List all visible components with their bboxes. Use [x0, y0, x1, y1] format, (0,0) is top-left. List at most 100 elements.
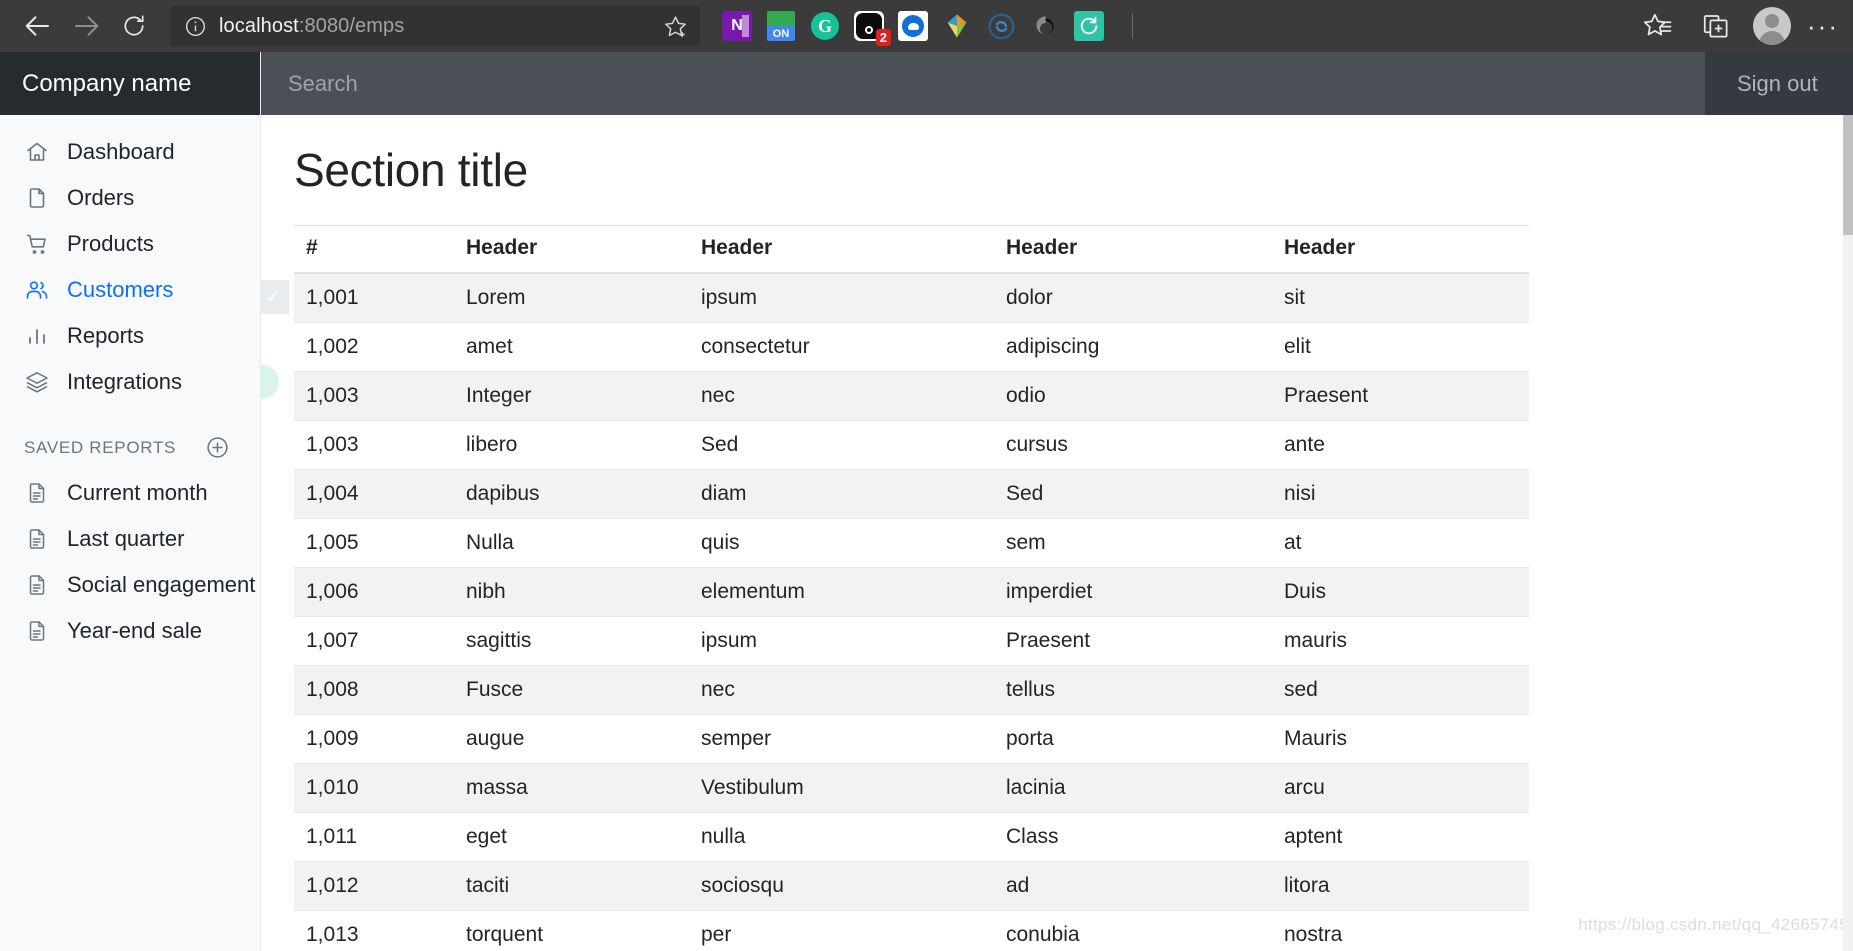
data-table: # Header Header Header Header 1,001 Lorem…: [294, 225, 1529, 951]
saved-report-last-quarter[interactable]: Last quarter: [0, 516, 260, 562]
table-cell: Sed: [994, 469, 1272, 519]
table-row[interactable]: 1,009 augue semper porta Mauris: [294, 714, 1529, 764]
table-row[interactable]: 1,003 libero Sed cursus ante: [294, 420, 1529, 470]
table-row[interactable]: 1,012 taciti sociosqu ad litora: [294, 861, 1529, 911]
table-cell: nisi: [1272, 469, 1529, 519]
onenote-extension-icon[interactable]: N: [722, 11, 752, 41]
table-cell: conubia: [994, 910, 1272, 951]
collections-icon[interactable]: [1695, 6, 1737, 46]
table-cell: arcu: [1272, 763, 1529, 813]
sidebar-item-dashboard[interactable]: Dashboard: [0, 129, 260, 175]
plus-circle-icon[interactable]: [205, 435, 230, 460]
table-cell: libero: [454, 420, 689, 470]
reload-button[interactable]: [110, 6, 158, 46]
extension-badge-count: 2: [875, 29, 891, 46]
table-cell: Class: [994, 812, 1272, 862]
colorful-cube-extension-icon[interactable]: [942, 11, 972, 41]
sidebar-item-orders[interactable]: Orders: [0, 175, 260, 221]
browser-settings-icon[interactable]: ···: [1807, 13, 1839, 39]
sidebar-item-integrations[interactable]: Integrations: [0, 359, 260, 405]
table-row[interactable]: 1,003 Integer nec odio Praesent: [294, 371, 1529, 421]
cloud-extension-icon[interactable]: [898, 11, 928, 41]
table-cell: litora: [1272, 861, 1529, 911]
sidebar-item-label: Integrations: [67, 369, 182, 394]
sign-out-button[interactable]: Sign out: [1705, 52, 1853, 115]
column-header-1[interactable]: Header: [454, 225, 689, 274]
table-cell-index: 1,013: [294, 910, 454, 951]
grammarly-extension-icon[interactable]: G: [810, 11, 840, 41]
favorites-icon[interactable]: [1637, 6, 1679, 46]
table-row[interactable]: 1,004 dapibus diam Sed nisi: [294, 469, 1529, 519]
table-cell: massa: [454, 763, 689, 813]
watermark: https://blog.csdn.net/qq_42665745: [1578, 915, 1849, 934]
table-cell: elit: [1272, 322, 1529, 372]
users-icon: [24, 277, 50, 303]
saved-report-current-month[interactable]: Current month: [0, 470, 260, 516]
app-topbar: Sign out: [261, 52, 1853, 115]
sidebar-item-reports[interactable]: Reports: [0, 313, 260, 359]
site-info-icon[interactable]: [184, 15, 207, 38]
overlay-check-artifact: ✓: [261, 280, 289, 314]
saved-report-year-end-sale[interactable]: Year-end sale: [0, 608, 260, 654]
teal-refresh-extension-icon[interactable]: [1074, 11, 1104, 41]
column-header-2[interactable]: Header: [689, 225, 994, 274]
table-body: 1,001 Lorem ipsum dolor sit 1,002 amet consecte…: [294, 273, 1529, 951]
table-cell: Lorem: [454, 273, 689, 323]
column-header-3[interactable]: Header: [994, 225, 1272, 274]
table-cell: Sed: [689, 420, 994, 470]
table-cell-index: 1,001: [294, 273, 454, 323]
table-row[interactable]: 1,006 nibh elementum imperdiet Duis: [294, 567, 1529, 617]
search-input[interactable]: [261, 52, 1705, 115]
sidebar-item-products[interactable]: Products: [0, 221, 260, 267]
sidebar-item-label: Reports: [67, 323, 145, 348]
table-cell: sagittis: [454, 616, 689, 666]
home-icon: [24, 139, 50, 165]
table-cell: Vestibulum: [689, 763, 994, 813]
column-header-index[interactable]: #: [294, 225, 454, 274]
table-cell-index: 1,010: [294, 763, 454, 813]
table-row[interactable]: 1,002 amet consectetur adipiscing elit: [294, 322, 1529, 372]
add-favorite-icon[interactable]: [663, 14, 688, 39]
forward-button[interactable]: [62, 6, 110, 46]
profile-avatar[interactable]: [1753, 7, 1792, 45]
edge-legacy-extension-icon[interactable]: [1030, 11, 1060, 41]
table-cell: diam: [689, 469, 994, 519]
table-row[interactable]: 1,007 sagittis ipsum Praesent mauris: [294, 616, 1529, 666]
app-shell: Company name Dashboard Orders Products C…: [0, 52, 1853, 951]
table-row[interactable]: 1,005 Nulla quis sem at: [294, 518, 1529, 568]
table-row[interactable]: 1,008 Fusce nec tellus sed: [294, 665, 1529, 715]
table-row[interactable]: 1,013 torquent per conubia nostra: [294, 910, 1529, 951]
url-path: :8080/emps: [298, 14, 405, 37]
cart-icon: [24, 231, 50, 257]
table-row[interactable]: 1,011 eget nulla Class aptent: [294, 812, 1529, 862]
saved-report-label: Last quarter: [67, 526, 185, 551]
back-button[interactable]: [14, 6, 62, 46]
address-bar-text[interactable]: localhost:8080/emps: [219, 15, 651, 38]
table-cell: Praesent: [1272, 371, 1529, 421]
table-cell: augue: [454, 714, 689, 764]
saved-report-social-engagement[interactable]: Social engagement: [0, 562, 260, 608]
main-area: Sign out ✓ Section title # Header Header…: [261, 52, 1853, 951]
sync-circle-extension-icon[interactable]: [986, 11, 1016, 41]
saved-reports-label: Saved reports: [24, 437, 177, 457]
saved-report-label: Year-end sale: [67, 618, 202, 643]
table-head: # Header Header Header Header: [294, 225, 1529, 274]
on-extension-icon[interactable]: ON: [766, 11, 796, 41]
saved-reports-header: Saved reports: [0, 405, 260, 470]
content-panel: ✓ Section title # Header Header Header H…: [261, 115, 1853, 951]
table-cell: Nulla: [454, 518, 689, 568]
table-cell: elementum: [689, 567, 994, 617]
column-header-4[interactable]: Header: [1272, 225, 1529, 274]
brand-title[interactable]: Company name: [0, 52, 260, 115]
table-row[interactable]: 1,001 Lorem ipsum dolor sit: [294, 273, 1529, 323]
scrollbar-track[interactable]: [1843, 115, 1853, 951]
scrollbar-thumb[interactable]: [1843, 115, 1853, 235]
table-cell: at: [1272, 518, 1529, 568]
table-cell: ipsum: [689, 616, 994, 666]
sidebar-item-customers[interactable]: Customers: [0, 267, 260, 313]
table-cell: ad: [994, 861, 1272, 911]
table-cell: sed: [1272, 665, 1529, 715]
table-row[interactable]: 1,010 massa Vestibulum lacinia arcu: [294, 763, 1529, 813]
address-bar[interactable]: localhost:8080/emps: [170, 6, 700, 46]
dark-square-extension-icon[interactable]: 2: [854, 11, 891, 46]
